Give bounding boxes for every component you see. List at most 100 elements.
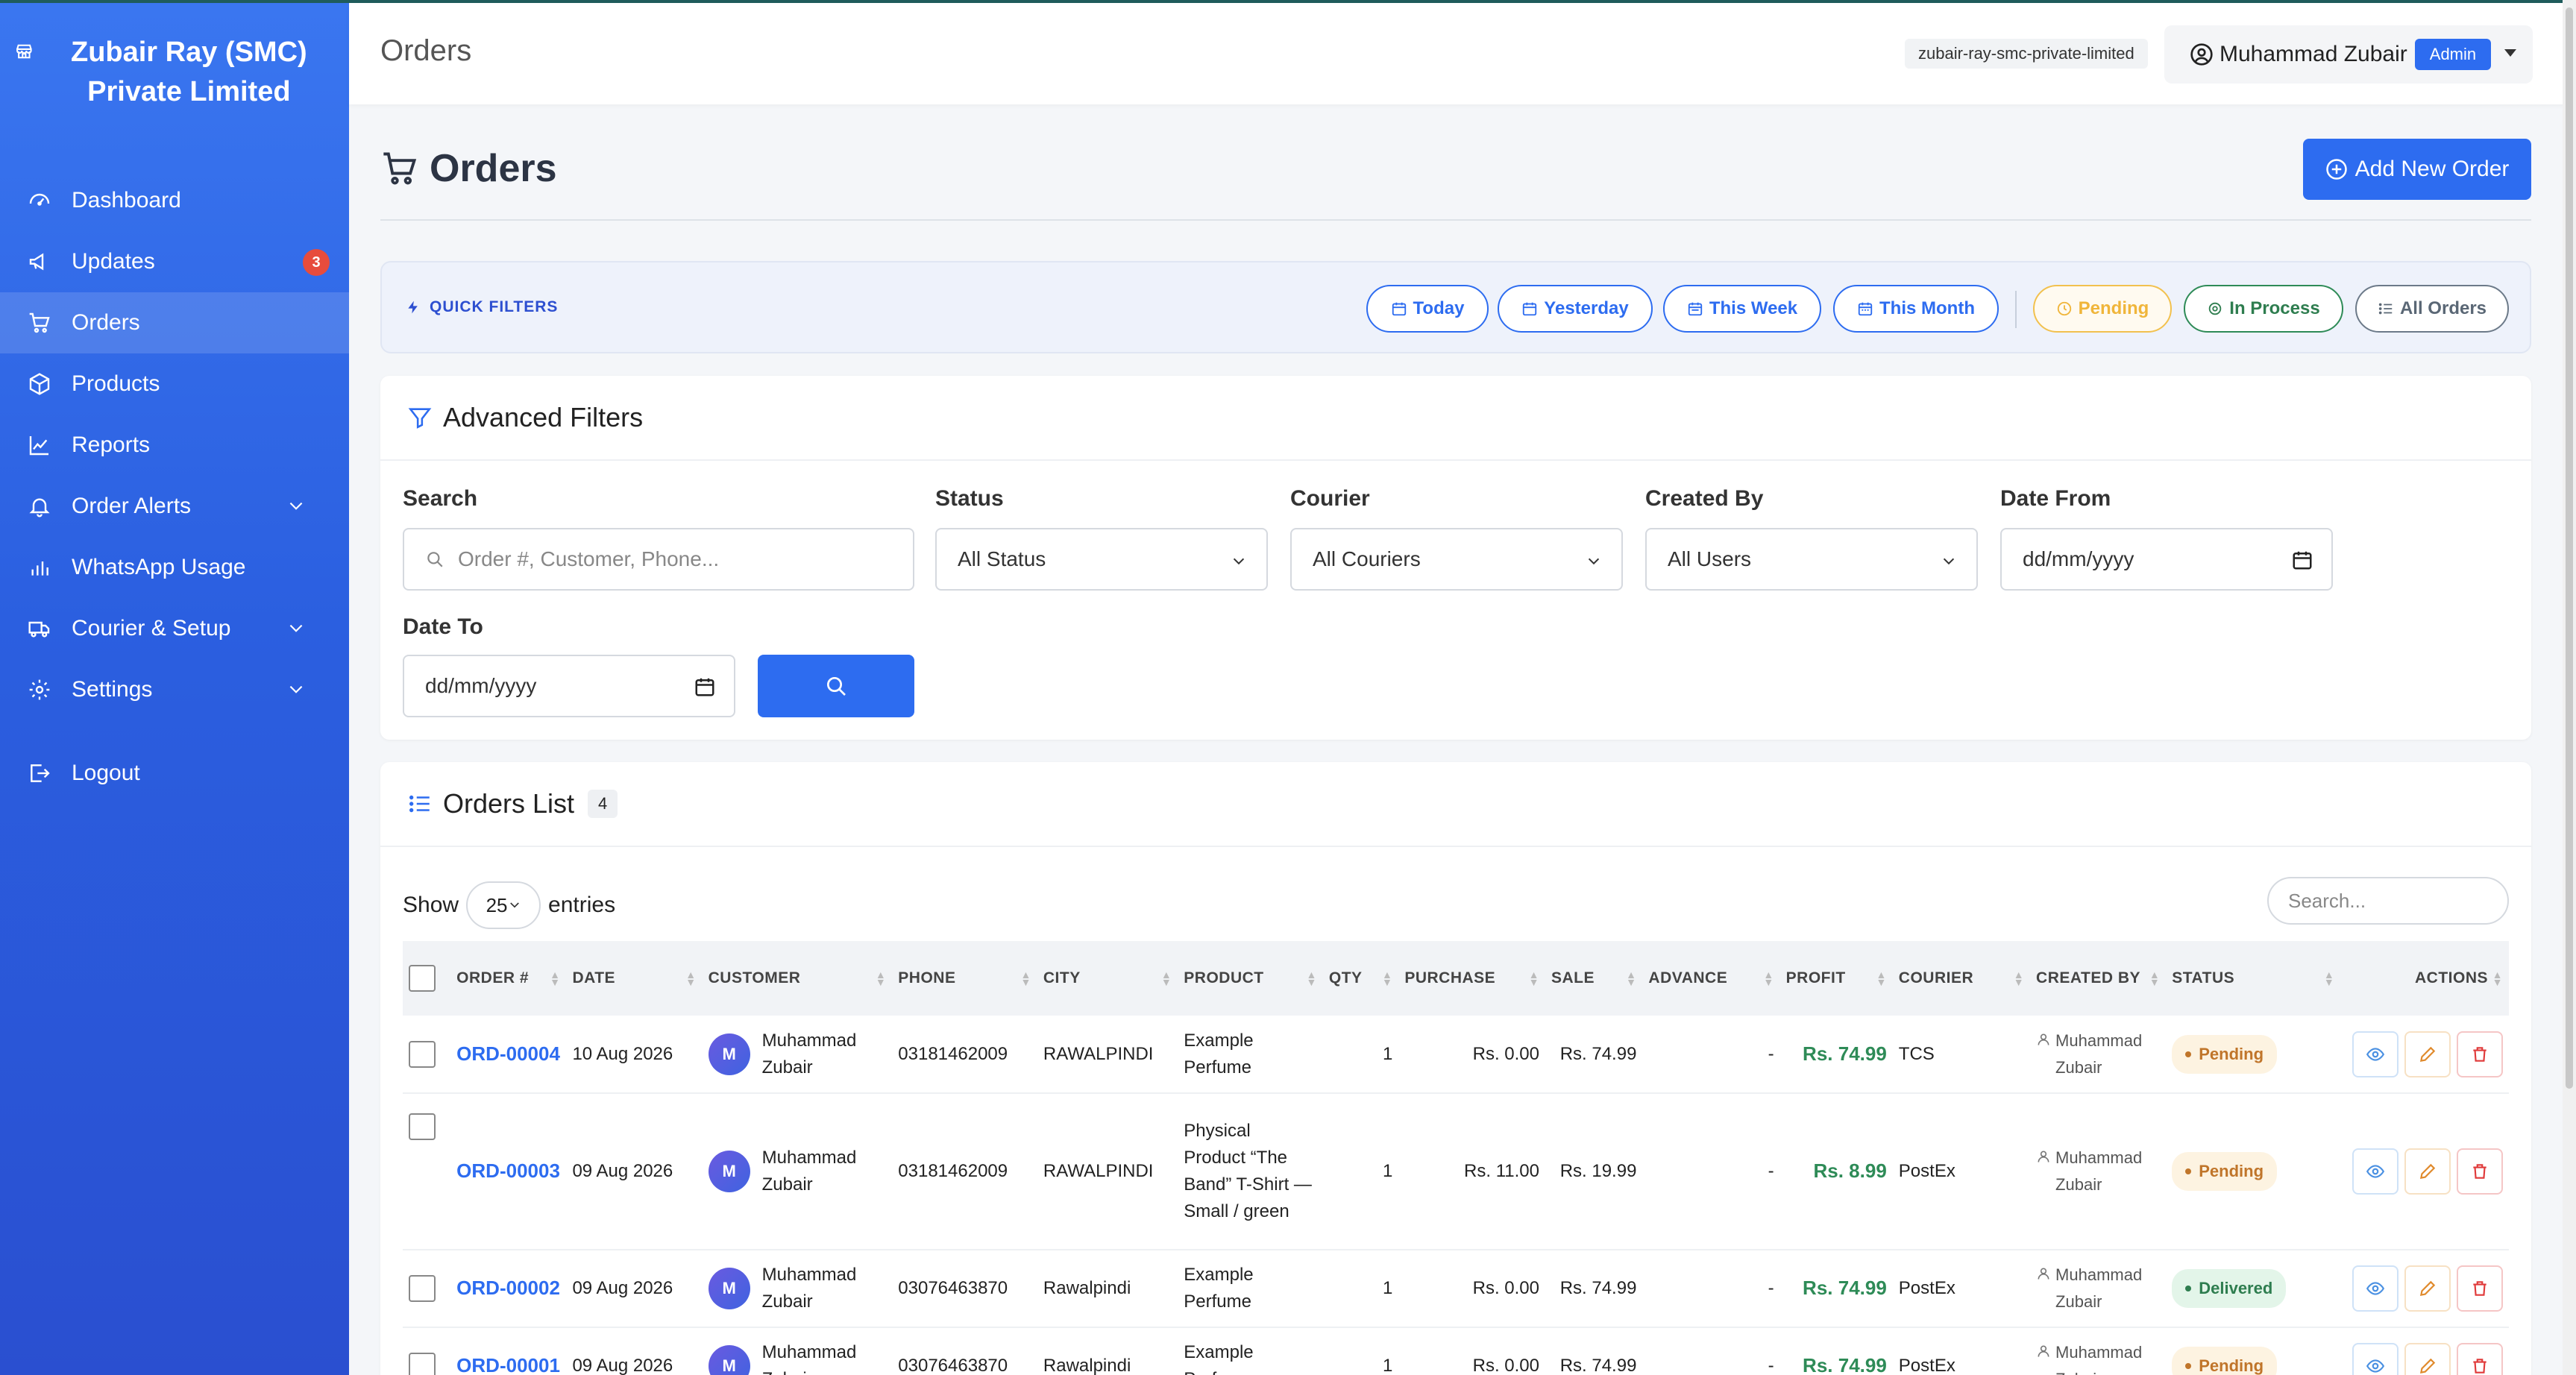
phone: 03181462009: [892, 1093, 1037, 1250]
delete-order-button[interactable]: [2457, 1148, 2503, 1195]
table-row: ORD-00001 09 Aug 2026 M Muhammad Zubair 0…: [403, 1327, 2509, 1375]
column-header-sale[interactable]: SALE ▲ ▼: [1545, 941, 1643, 1016]
delete-order-button[interactable]: [2457, 1265, 2503, 1312]
column-header-date[interactable]: DATE ▲ ▼: [566, 941, 703, 1016]
column-header-qty[interactable]: QTY ▲ ▼: [1322, 941, 1399, 1016]
edit-order-button[interactable]: [2404, 1148, 2451, 1195]
calendar-icon[interactable]: [694, 676, 716, 698]
date-from-input[interactable]: dd/mm/yyyy: [2000, 528, 2333, 591]
date-to-input[interactable]: dd/mm/yyyy: [403, 655, 735, 717]
courier: PostEx: [1892, 1093, 2031, 1250]
table-search-input[interactable]: Search...: [2267, 877, 2509, 925]
sidebar-item-settings[interactable]: Settings: [0, 659, 349, 720]
order-number-link[interactable]: ORD-00004: [456, 1042, 560, 1065]
column-header-purchase[interactable]: PURCHASE ▲ ▼: [1398, 941, 1545, 1016]
sidebar-item-courier-setup[interactable]: Courier & Setup: [0, 598, 349, 659]
filter-all-orders-button[interactable]: All Orders: [2355, 285, 2509, 333]
plus-circle-icon: [2325, 159, 2347, 180]
orders-list-card: Orders List 4 Show 25 entries Search... …: [380, 762, 2531, 1375]
courier-select[interactable]: All Couriers: [1290, 528, 1623, 591]
eye-icon: [2366, 1282, 2385, 1295]
chevron-down-icon: [1588, 558, 1600, 565]
status-select[interactable]: All Status: [935, 528, 1268, 591]
edit-order-button[interactable]: [2404, 1031, 2451, 1077]
add-new-order-button[interactable]: Add New Order: [2303, 139, 2531, 200]
sidebar-item-label: Courier & Setup: [72, 616, 231, 641]
sidebar-item-logout[interactable]: Logout: [0, 743, 349, 804]
chevron-down-icon[interactable]: [286, 680, 306, 699]
filter-pending-button[interactable]: Pending: [2033, 285, 2172, 333]
customer-name: Muhammad Zubair: [761, 1265, 857, 1312]
sidebar-item-label: Products: [72, 371, 160, 396]
column-header-created-by[interactable]: CREATED BY ▲ ▼: [2030, 941, 2167, 1016]
order-number-link[interactable]: ORD-00003: [456, 1160, 560, 1182]
column-header-profit[interactable]: PROFIT ▲ ▼: [1779, 941, 1893, 1016]
column-header-customer[interactable]: CUSTOMER ▲ ▼: [702, 941, 893, 1016]
sidebar-item-updates[interactable]: Updates 3: [0, 231, 349, 292]
date-to-label: Date To: [403, 614, 483, 639]
scrollbar-thumb[interactable]: [2566, 7, 2573, 1089]
chevron-down-icon[interactable]: [286, 497, 306, 516]
row-checkbox[interactable]: [409, 1353, 436, 1375]
column-header-order[interactable]: ORDER # ▲ ▼: [450, 941, 567, 1016]
sale: Rs. 74.99: [1545, 1250, 1643, 1328]
row-checkbox[interactable]: [409, 1040, 436, 1068]
sidebar-item-order-alerts[interactable]: Order Alerts: [0, 476, 349, 537]
sidebar-item-reports[interactable]: Reports: [0, 415, 349, 476]
customer-name: Muhammad Zubair: [761, 1342, 857, 1375]
tenant-badge: zubair-ray-smc-private-limited: [1905, 39, 2148, 69]
user-menu-button[interactable]: Muhammad Zubair Admin: [2164, 25, 2533, 84]
select-all-checkbox[interactable]: [409, 965, 436, 992]
created-by-select[interactable]: All Users: [1645, 528, 1978, 591]
apply-filters-search-button[interactable]: [758, 655, 914, 717]
city: Rawalpindi: [1037, 1250, 1178, 1328]
orders-count-badge: 4: [588, 790, 618, 818]
sidebar-item-orders[interactable]: Orders: [0, 292, 349, 353]
sidebar-item-whatsapp-usage[interactable]: WhatsApp Usage: [0, 537, 349, 598]
chevron-down-icon[interactable]: [286, 619, 306, 638]
column-header-phone[interactable]: PHONE ▲ ▼: [892, 941, 1037, 1016]
search-input[interactable]: Order #, Customer, Phone...: [403, 528, 914, 591]
entries-per-page-select[interactable]: 25: [466, 881, 541, 929]
sidebar-item-products[interactable]: Products: [0, 353, 349, 415]
sidebar-item-label: Updates: [72, 249, 155, 274]
orders-table: ORDER # ▲ ▼ DATE ▲ ▼ CUSTOMER ▲ ▼ PHONE ▲ ▼ CITY…: [403, 941, 2509, 1375]
clock-icon: [2057, 301, 2071, 316]
phone: 03076463870: [892, 1250, 1037, 1328]
row-checkbox[interactable]: [409, 1275, 436, 1302]
created-by: Muhammad Zubair: [2055, 1031, 2143, 1077]
filter-in-process-button[interactable]: In Process: [2184, 285, 2343, 333]
column-header-courier[interactable]: COURIER ▲ ▼: [1892, 941, 2031, 1016]
edit-order-button[interactable]: [2404, 1265, 2451, 1312]
view-order-button[interactable]: [2352, 1148, 2398, 1195]
column-header-city[interactable]: CITY ▲ ▼: [1037, 941, 1178, 1016]
column-header-status[interactable]: STATUS ▲ ▼: [2166, 941, 2341, 1016]
avatar: M: [708, 1033, 750, 1075]
calendar-icon[interactable]: [2291, 549, 2313, 571]
row-checkbox[interactable]: [409, 1113, 436, 1140]
delete-order-button[interactable]: [2457, 1031, 2503, 1077]
filter-yesterday-button[interactable]: Yesterday: [1498, 285, 1653, 333]
profit: Rs. 8.99: [1813, 1160, 1887, 1182]
order-number-link[interactable]: ORD-00001: [456, 1354, 560, 1375]
order-number-link[interactable]: ORD-00002: [456, 1277, 560, 1299]
column-header-advance[interactable]: ADVANCE ▲ ▼: [1642, 941, 1780, 1016]
eye-icon: [2366, 1165, 2385, 1178]
delete-order-button[interactable]: [2457, 1343, 2503, 1375]
filter-this-month-button[interactable]: This Month: [1833, 285, 1999, 333]
megaphone-icon: [29, 253, 44, 271]
purchase: Rs. 0.00: [1398, 1250, 1545, 1328]
view-order-button[interactable]: [2352, 1031, 2398, 1077]
view-order-button[interactable]: [2352, 1343, 2398, 1375]
sidebar-item-dashboard[interactable]: Dashboard: [0, 170, 349, 231]
column-header-product[interactable]: PRODUCT ▲ ▼: [1178, 941, 1323, 1016]
brand[interactable]: Zubair Ray (SMC) Private Limited: [0, 3, 349, 137]
view-order-button[interactable]: [2352, 1265, 2398, 1312]
sidebar-nav: Dashboard Updates 3 Orders Products Repo…: [0, 170, 349, 804]
edit-order-button[interactable]: [2404, 1343, 2451, 1375]
qty: 1: [1322, 1250, 1399, 1328]
filter-this-week-button[interactable]: This Week: [1663, 285, 1821, 333]
filter-today-button[interactable]: Today: [1366, 285, 1489, 333]
user-icon: [2038, 1151, 2049, 1162]
user-name: Muhammad Zubair: [2220, 42, 2407, 66]
